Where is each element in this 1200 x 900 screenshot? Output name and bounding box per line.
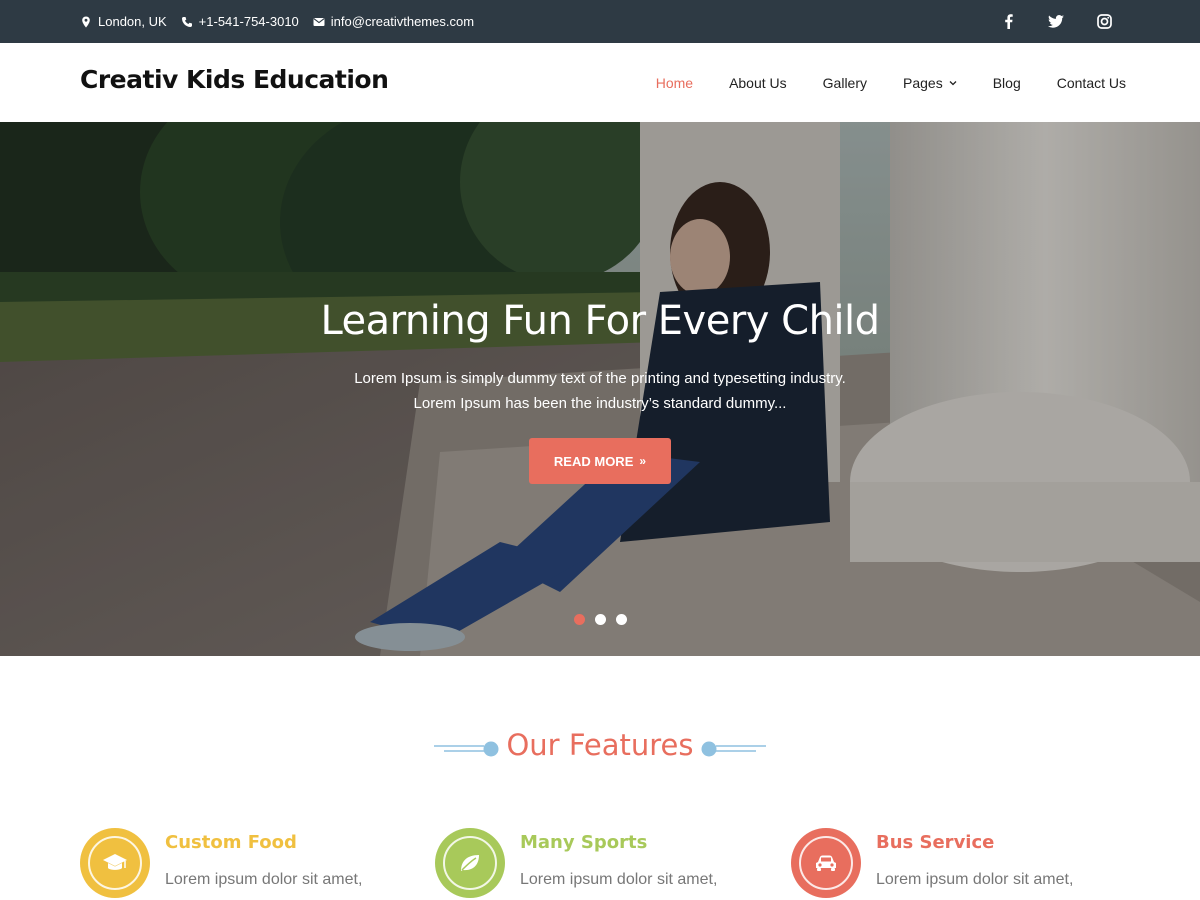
facebook-icon[interactable]: [1000, 14, 1016, 30]
feature-text: Lorem ipsum dolor sit amet,: [876, 871, 1074, 888]
feature-custom-food: Custom Food Lorem ipsum dolor sit amet,: [80, 828, 410, 900]
feature-icon-circle: [435, 828, 505, 898]
feature-many-sports: Many Sports Lorem ipsum dolor sit amet,: [435, 828, 765, 900]
nav-item-blog[interactable]: Blog: [993, 75, 1021, 91]
slider-pagination: [0, 614, 1200, 625]
location-text: London, UK: [98, 14, 167, 29]
slider-dot-2[interactable]: [594, 614, 606, 625]
nav-item-home[interactable]: Home: [656, 75, 693, 91]
features-heading: Our Features: [0, 728, 1200, 768]
hero-slider: Learning Fun For Every Child Lorem Ipsum…: [0, 122, 1200, 656]
feature-bus-service: Bus Service Lorem ipsum dolor sit amet,: [791, 828, 1121, 900]
graduation-cap-icon: [88, 836, 142, 890]
slider-dot-3[interactable]: [615, 614, 627, 625]
feature-title: Custom Food: [165, 832, 297, 853]
twitter-icon[interactable]: [1048, 14, 1064, 30]
map-marker-icon: [82, 16, 90, 27]
location-item: London, UK: [80, 14, 167, 29]
heading-decoration-right: [701, 741, 766, 757]
phone-item[interactable]: +1-541-754-3010: [181, 14, 299, 29]
social-links: [968, 0, 1112, 43]
main-nav: Home About Us Gallery Pages Blog Contact…: [620, 43, 1126, 122]
nav-label: Pages: [903, 74, 943, 91]
feature-text: Lorem ipsum dolor sit amet,: [165, 871, 363, 888]
hero-description: Lorem Ipsum is simply dummy text of the …: [354, 370, 846, 412]
features-title: Our Features: [506, 728, 694, 762]
instagram-icon[interactable]: [1096, 14, 1112, 30]
feature-title: Many Sports: [520, 832, 648, 853]
read-more-label: READ MORE: [553, 453, 634, 469]
envelope-icon: [313, 17, 325, 26]
nav-label: Gallery: [822, 74, 868, 91]
hero-title: Learning Fun For Every Child: [320, 298, 880, 344]
read-more-button[interactable]: READ MORE »: [529, 438, 671, 484]
leaf-icon: [443, 836, 497, 890]
email-item[interactable]: info@creativthemes.com: [313, 14, 474, 29]
nav-item-contact[interactable]: Contact Us: [1057, 75, 1126, 91]
email-text[interactable]: info@creativthemes.com: [331, 14, 474, 29]
nav-label: Contact Us: [1056, 74, 1126, 91]
slider-dot-1[interactable]: [573, 614, 585, 625]
chevron-right-icon: »: [639, 454, 647, 468]
feature-icon-circle: [791, 828, 861, 898]
nav-item-pages[interactable]: Pages: [903, 75, 957, 91]
top-bar: London, UK +1-541-754-3010 info@creativt…: [0, 0, 1200, 43]
phone-icon: [181, 16, 192, 27]
nav-label: About Us: [729, 74, 787, 91]
chevron-down-icon: [949, 80, 957, 85]
feature-icon-circle: [80, 828, 150, 898]
feature-text: Lorem ipsum dolor sit amet,: [520, 871, 718, 888]
site-header: Creativ Kids Education Home About Us Gal…: [0, 43, 1200, 122]
nav-item-about[interactable]: About Us: [729, 75, 787, 91]
contact-info: London, UK +1-541-754-3010 info@creativt…: [80, 0, 488, 43]
nav-item-gallery[interactable]: Gallery: [823, 75, 867, 91]
car-icon: [799, 836, 853, 890]
phone-text[interactable]: +1-541-754-3010: [199, 14, 299, 29]
nav-label: Blog: [992, 74, 1021, 91]
nav-label: Home: [655, 74, 694, 91]
site-logo[interactable]: Creativ Kids Education: [80, 65, 389, 94]
feature-title: Bus Service: [876, 832, 995, 853]
